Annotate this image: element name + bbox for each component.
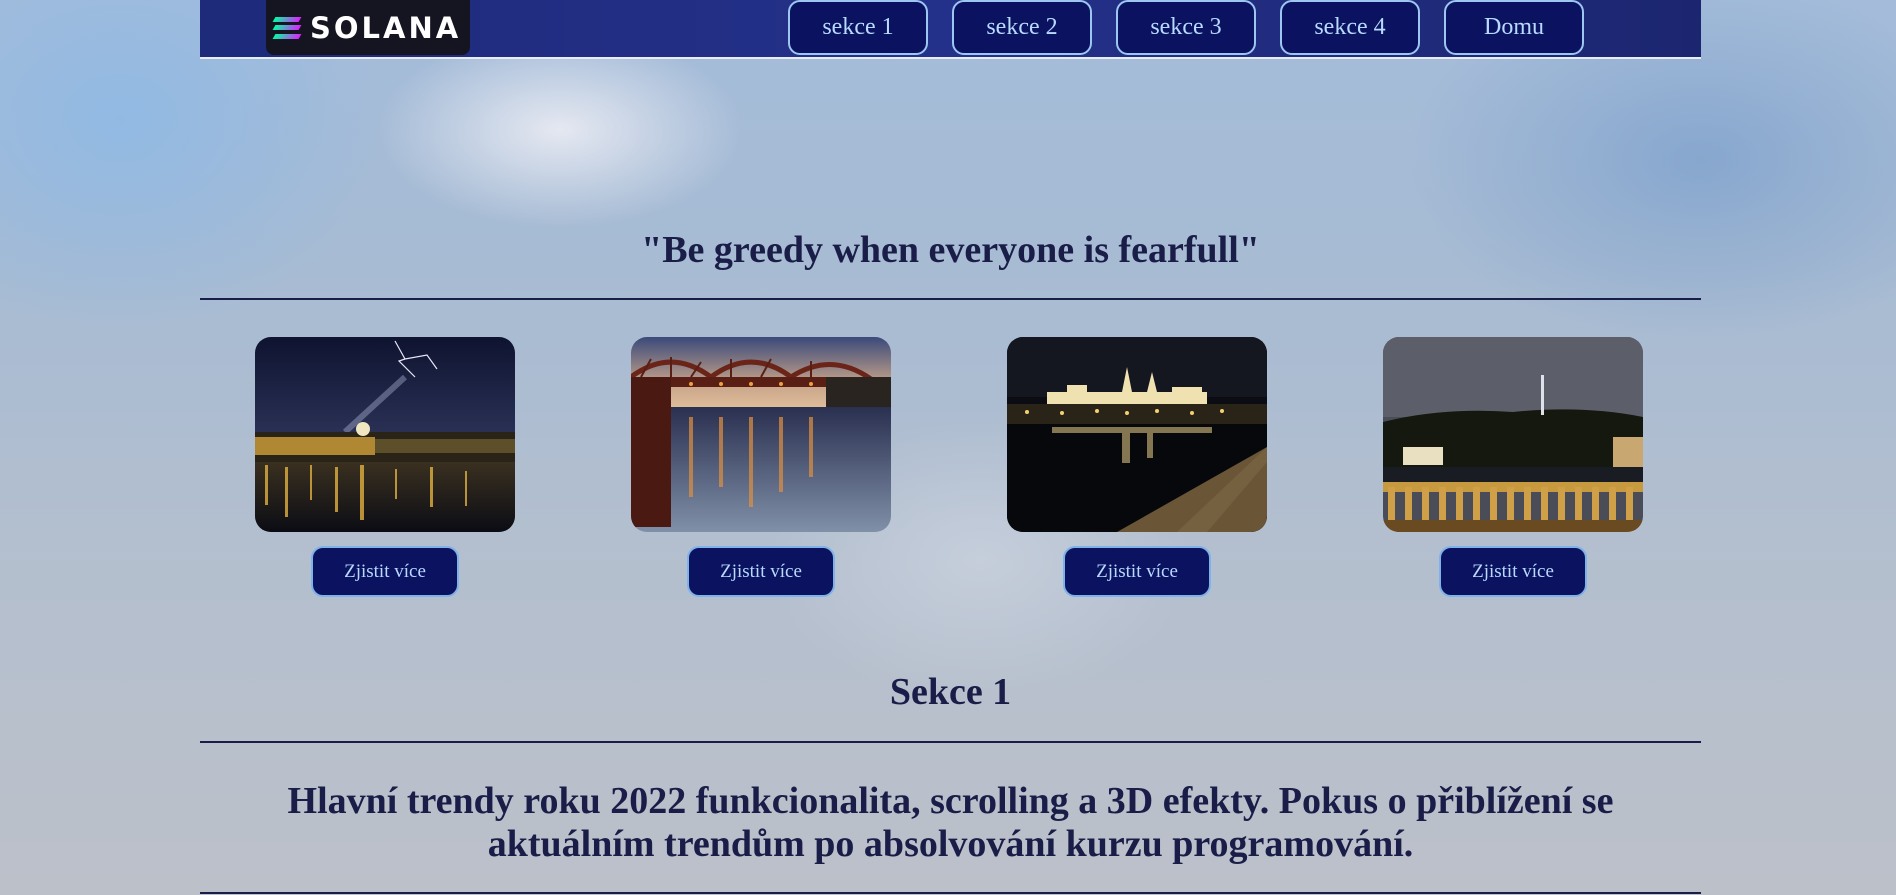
nav-domu[interactable]: Domu — [1444, 0, 1584, 55]
learn-more-button[interactable]: Zjistit více — [311, 546, 459, 597]
railway-bridge-dusk-photo — [631, 337, 891, 532]
nav-sekce-2[interactable]: sekce 2 — [952, 0, 1092, 55]
riverside-hill-night-photo — [1383, 337, 1643, 532]
nav-sekce-1[interactable]: sekce 1 — [788, 0, 928, 55]
divider — [200, 741, 1701, 743]
divider — [200, 892, 1701, 894]
divider — [200, 298, 1701, 300]
learn-more-button[interactable]: Zjistit více — [1439, 546, 1587, 597]
gallery-card: Zjistit více — [1007, 337, 1267, 597]
top-navbar: SOLANA sekce 1 sekce 2 sekce 3 sekce 4 D… — [200, 0, 1701, 59]
nav-sekce-3[interactable]: sekce 3 — [1116, 0, 1256, 55]
nav-sekce-4[interactable]: sekce 4 — [1280, 0, 1420, 55]
logo-text: SOLANA — [310, 10, 462, 45]
gallery-card: Zjistit více — [1383, 337, 1643, 597]
quote-heading: "Be greedy when everyone is fearfull" — [641, 229, 1260, 271]
page-container: SOLANA sekce 1 sekce 2 sekce 3 sekce 4 D… — [200, 0, 1701, 894]
solana-mark-icon — [272, 16, 302, 39]
gallery-card: Zjistit více — [255, 337, 515, 597]
section-title: Sekce 1 — [889, 671, 1012, 713]
main-nav: sekce 1 sekce 2 sekce 3 sekce 4 Domu — [788, 0, 1584, 55]
section-intro-text: Hlavní trendy roku 2022 funkcionalita, s… — [287, 780, 1614, 865]
solana-logo[interactable]: SOLANA — [266, 0, 470, 55]
night-river-lightning-photo — [255, 337, 515, 532]
prague-castle-night-photo — [1007, 337, 1267, 532]
gallery-card: Zjistit více — [631, 337, 891, 597]
learn-more-button[interactable]: Zjistit více — [1063, 546, 1211, 597]
learn-more-button[interactable]: Zjistit více — [687, 546, 835, 597]
